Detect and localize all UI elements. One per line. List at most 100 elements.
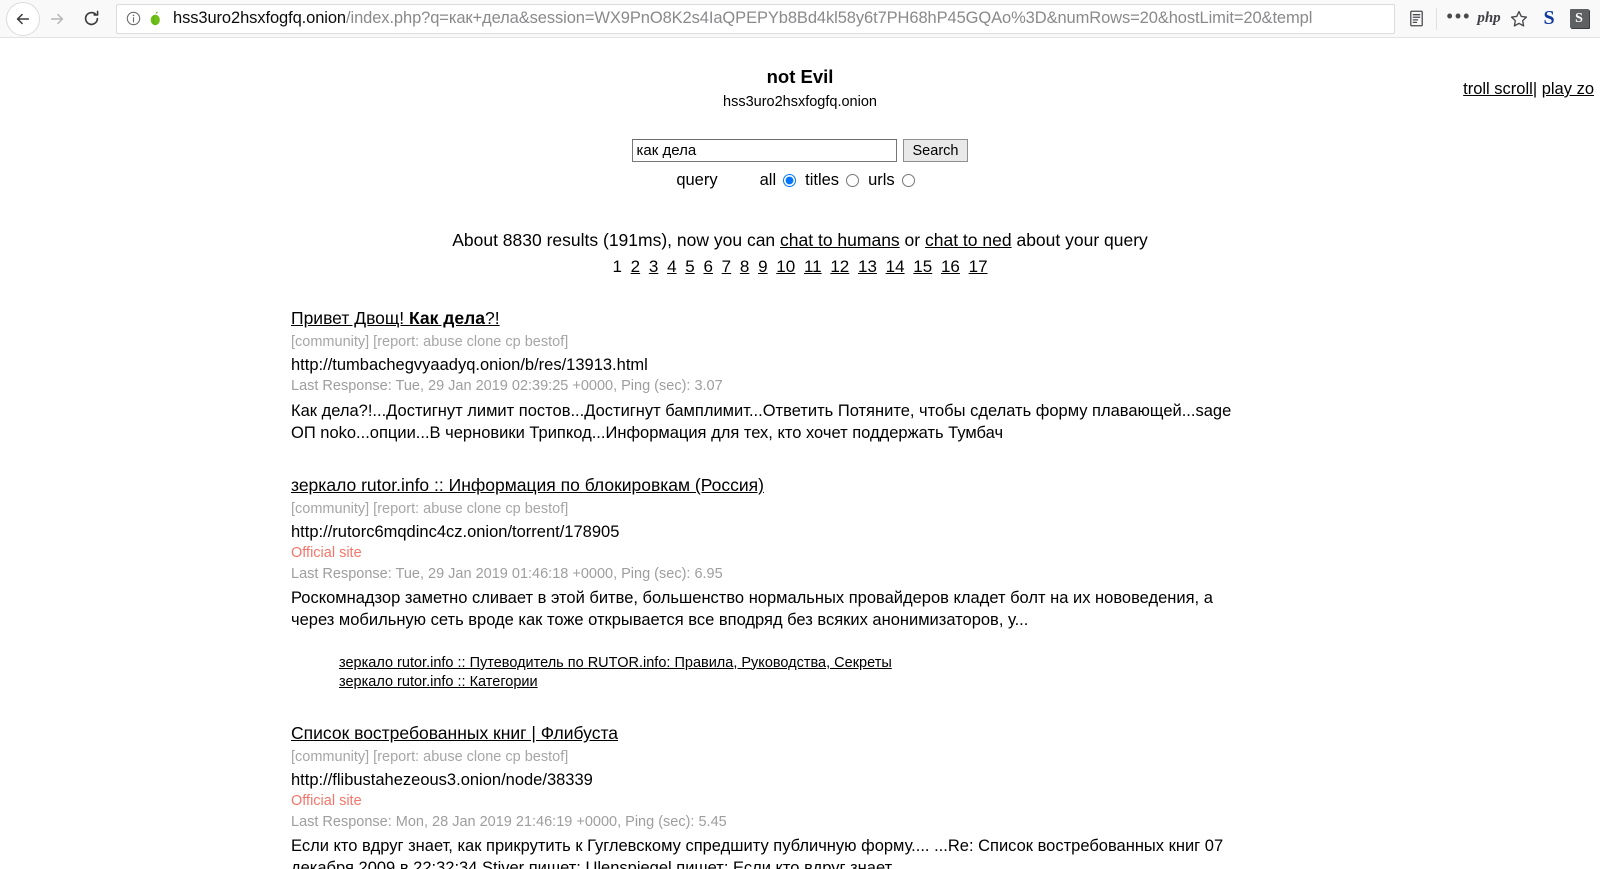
bookmark-button[interactable] — [1504, 4, 1534, 34]
scope-all-radio[interactable] — [783, 174, 797, 188]
play-zone-link[interactable]: play zo — [1542, 80, 1594, 98]
search-result: Список востребованных книг | Флибуста [co… — [291, 723, 1600, 869]
result-sublink[interactable]: зеркало rutor.info :: Категории — [339, 673, 1600, 692]
pagination-page-link[interactable]: 2 — [631, 257, 640, 276]
site-info-icon[interactable] — [125, 10, 143, 28]
pagination-page-link[interactable]: 8 — [740, 257, 749, 276]
reload-button[interactable] — [74, 2, 108, 36]
result-sublink[interactable]: зеркало rutor.info :: Путеводитель по RU… — [339, 654, 1600, 673]
s-bold-icon: S — [1543, 7, 1555, 29]
troll-scroll-link[interactable]: troll scroll — [1463, 80, 1533, 98]
search-button[interactable]: Search — [902, 139, 969, 163]
pagination-page-link[interactable]: 12 — [830, 257, 849, 276]
page-content: troll scroll| play zo not Evil hss3uro2h… — [0, 38, 1600, 869]
pagination-page-link[interactable]: 14 — [886, 257, 905, 276]
result-title-text: зеркало rutor.info :: Информация по блок… — [291, 475, 764, 496]
official-site-badge: Official site — [291, 545, 362, 562]
url-fade — [1348, 9, 1388, 28]
pagination-page-link[interactable]: 10 — [776, 257, 795, 276]
ellipsis-icon: ••• — [1446, 5, 1472, 26]
back-button[interactable] — [6, 1, 40, 36]
pagination-page-link[interactable]: 9 — [758, 257, 767, 276]
scope-all-label: all — [759, 171, 777, 190]
toolbar-right-group: ••• php S S — [1442, 3, 1594, 34]
pagination-page-link[interactable]: 5 — [685, 257, 694, 276]
result-tags[interactable]: [community] [report: abuse clone cp best… — [291, 749, 1600, 766]
site-title: not Evil — [766, 66, 834, 87]
result-url: http://flibustahezeous3.onion/node/38339 — [291, 770, 593, 789]
result-url: http://tumbachegvyaadyq.onion/b/res/1391… — [291, 355, 648, 374]
url-path: /index.php?q=как+дела&session=WX9PnO8K2s… — [346, 9, 1313, 27]
pagination-page-link[interactable]: 3 — [649, 257, 658, 276]
php-icon: php — [1477, 10, 1501, 26]
query-label: query — [676, 171, 718, 190]
scope-titles-radio[interactable] — [846, 174, 860, 188]
result-meta: Last Response: Tue, 29 Jan 2019 02:39:25… — [291, 378, 723, 395]
search-input[interactable] — [631, 139, 897, 163]
result-meta: Last Response: Mon, 28 Jan 2019 21:46:19… — [291, 813, 727, 830]
corner-separator: | — [1532, 80, 1538, 98]
result-title-link[interactable]: Список востребованных книг | Флибуста — [291, 723, 618, 744]
result-tags[interactable]: [community] [report: abuse clone cp best… — [291, 501, 1600, 518]
official-site-badge: Official site — [291, 793, 362, 810]
site-header: not Evil hss3uro2hsxfogfq.onion — [0, 38, 1600, 110]
corner-links: troll scroll| play zo — [1463, 80, 1594, 99]
result-title-suffix: ?! — [484, 308, 500, 329]
result-url: http://rutorc6mqdinc4cz.onion/torrent/17… — [291, 522, 620, 541]
scope-urls-radio[interactable] — [901, 174, 915, 188]
pagination-page-link[interactable]: 7 — [722, 257, 731, 276]
results-list: Привет Двощ! Как дела?! [community] [repo… — [0, 308, 1600, 869]
results-info-prefix: About 8830 results (191ms), now you can — [452, 230, 781, 251]
star-icon — [1510, 10, 1528, 27]
forward-arrow-icon — [50, 13, 64, 24]
reload-icon — [84, 10, 98, 26]
browser-toolbar: hss3uro2hsxfogfq.onion/index.php?q=как+д… — [0, 0, 1600, 38]
url-bar[interactable]: hss3uro2hsxfogfq.onion/index.php?q=как+д… — [116, 3, 1395, 34]
php-extension-button[interactable]: php — [1474, 4, 1504, 34]
chat-to-ned-link[interactable]: chat to ned — [925, 230, 1012, 250]
pagination-page-link[interactable]: 15 — [913, 257, 932, 276]
chat-to-humans-link[interactable]: chat to humans — [780, 230, 900, 250]
results-info: About 8830 results (191ms), now you can … — [0, 230, 1600, 251]
result-snippet: Роскомнадзор заметно сливает в этой битв… — [291, 589, 1213, 630]
scope-urls-label: urls — [868, 171, 895, 190]
pagination-page-link[interactable]: 16 — [941, 257, 960, 276]
results-info-suffix: about your query — [1011, 230, 1148, 251]
extension-s-button[interactable]: S — [1534, 4, 1564, 34]
search-result: зеркало rutor.info :: Информация по блок… — [291, 475, 1600, 692]
pagination: 1 2 3 4 5 6 7 8 9 10 11 12 13 14 15 16 1… — [0, 257, 1600, 277]
pagination-current-page: 1 — [612, 257, 622, 277]
scope-titles-label: titles — [805, 171, 840, 190]
result-title-text: Список востребованных книг | Флибуста — [291, 723, 619, 744]
search-scope-options: query all titles urls — [0, 171, 1600, 190]
reader-mode-button[interactable] — [1401, 4, 1431, 34]
url-host: hss3uro2hsxfogfq.onion — [173, 9, 347, 27]
search-result: Привет Двощ! Как дела?! [community] [repo… — [291, 308, 1600, 444]
result-title-link[interactable]: зеркало rutor.info :: Информация по блок… — [291, 475, 764, 496]
page-actions-button[interactable]: ••• — [1444, 4, 1474, 34]
pagination-page-link[interactable]: 11 — [804, 257, 822, 276]
result-title-highlight: Как дела — [409, 308, 485, 329]
result-title-text: Привет Двощ! — [291, 308, 410, 329]
forward-button[interactable] — [40, 2, 74, 36]
extension-s-box-button[interactable]: S — [1564, 4, 1594, 34]
pagination-page-link[interactable]: 4 — [667, 257, 676, 276]
result-title-link[interactable]: Привет Двощ! Как дела?! — [291, 308, 500, 329]
site-domain: hss3uro2hsxfogfq.onion — [723, 94, 877, 111]
result-tags[interactable]: [community] [report: abuse clone cp best… — [291, 334, 1600, 351]
s-box-icon: S — [1569, 9, 1589, 28]
pagination-page-link[interactable]: 17 — [969, 257, 988, 276]
results-info-middle: or — [899, 230, 925, 251]
result-snippet: Если кто вдруг знает, как прикрутить к Г… — [291, 836, 1224, 869]
onion-favicon-icon — [147, 10, 164, 27]
pagination-page-link[interactable]: 6 — [703, 257, 712, 276]
search-row: Search — [0, 139, 1600, 163]
toolbar-divider — [1436, 7, 1437, 30]
back-arrow-icon — [16, 13, 30, 24]
url-text: hss3uro2hsxfogfq.onion/index.php?q=как+д… — [173, 9, 1388, 28]
result-meta: Last Response: Tue, 29 Jan 2019 01:46:18… — [291, 565, 723, 582]
reader-mode-icon — [1409, 10, 1423, 27]
result-sublinks: зеркало rutor.info :: Путеводитель по RU… — [291, 654, 1600, 693]
result-snippet: Как дела?!...Достигнут лимит постов...До… — [291, 401, 1232, 443]
pagination-page-link[interactable]: 13 — [858, 257, 877, 276]
